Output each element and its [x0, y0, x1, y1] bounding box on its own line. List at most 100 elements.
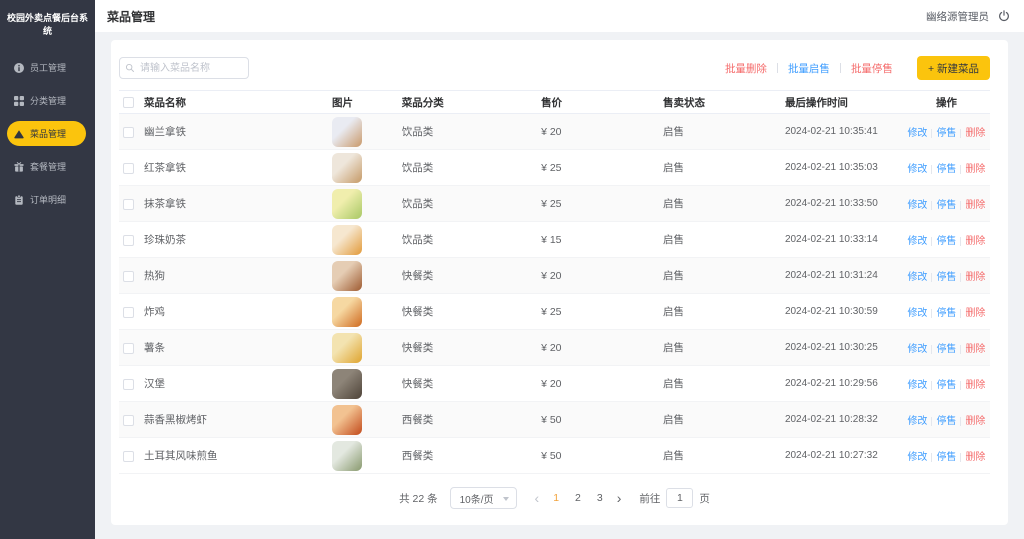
batch-enable-button[interactable]: 批量启售	[778, 61, 840, 76]
stop-sale-link[interactable]: 停售	[936, 128, 956, 139]
sidebar-item-category[interactable]: 分类管理	[7, 88, 86, 113]
content-area: 批量删除 批量启售 批量停售 + 新建菜品	[95, 32, 1024, 539]
row-checkbox[interactable]	[123, 199, 134, 210]
stop-sale-link[interactable]: 停售	[936, 200, 956, 211]
stop-sale-link[interactable]: 停售	[936, 164, 956, 175]
dish-thumbnail[interactable]	[332, 117, 362, 147]
sidebar-item-label: 菜品管理	[30, 127, 66, 140]
dish-thumbnail[interactable]	[332, 405, 362, 435]
divider	[931, 237, 932, 246]
dish-price: ¥ 20	[537, 366, 659, 402]
dish-status: 启售	[659, 150, 781, 186]
delete-link[interactable]: 删除	[965, 128, 985, 139]
dish-name: 幽兰拿铁	[144, 126, 186, 138]
dish-thumbnail[interactable]	[332, 261, 362, 291]
dish-thumbnail[interactable]	[332, 297, 362, 327]
row-checkbox[interactable]	[123, 343, 134, 354]
stop-sale-link[interactable]: 停售	[936, 344, 956, 355]
edit-link[interactable]: 修改	[907, 308, 927, 319]
dish-thumbnail[interactable]	[332, 225, 362, 255]
username[interactable]: 幽络源管理员	[926, 9, 989, 24]
delete-link[interactable]: 删除	[965, 272, 985, 283]
dish-price: ¥ 15	[537, 222, 659, 258]
table-row: 热狗 快餐类 ¥ 20 启售 2024-02-21 10:31:24 修改停售删…	[119, 258, 990, 294]
edit-link[interactable]: 修改	[907, 344, 927, 355]
divider	[960, 201, 961, 210]
edit-link[interactable]: 修改	[907, 200, 927, 211]
delete-link[interactable]: 删除	[965, 164, 985, 175]
delete-link[interactable]: 删除	[965, 344, 985, 355]
sidebar-item-staff[interactable]: 员工管理	[7, 55, 86, 80]
dish-price: ¥ 25	[537, 186, 659, 222]
delete-link[interactable]: 删除	[965, 200, 985, 211]
prev-page-button[interactable]: ‹	[529, 491, 546, 505]
stop-sale-link[interactable]: 停售	[936, 308, 956, 319]
edit-link[interactable]: 修改	[907, 236, 927, 247]
batch-delete-button[interactable]: 批量删除	[715, 61, 777, 76]
row-checkbox[interactable]	[123, 163, 134, 174]
select-all-checkbox[interactable]	[123, 97, 134, 108]
edit-link[interactable]: 修改	[907, 380, 927, 391]
header-user-area: 幽络源管理员	[926, 9, 1010, 24]
row-checkbox[interactable]	[123, 127, 134, 138]
divider	[931, 381, 932, 390]
stop-sale-link[interactable]: 停售	[936, 452, 956, 463]
delete-link[interactable]: 删除	[965, 380, 985, 391]
new-dish-button[interactable]: + 新建菜品	[917, 56, 990, 80]
next-page-button[interactable]: ›	[611, 491, 628, 505]
edit-link[interactable]: 修改	[907, 164, 927, 175]
main-area: 菜品管理 幽络源管理员 批	[95, 0, 1024, 539]
column-header-image: 图片	[328, 91, 398, 114]
power-icon[interactable]	[998, 10, 1010, 22]
dish-category: 西餐类	[398, 402, 537, 438]
row-checkbox[interactable]	[123, 379, 134, 390]
total-count: 共 22 条	[399, 491, 438, 506]
table-body: 幽兰拿铁 饮品类 ¥ 20 启售 2024-02-21 10:35:41 修改停…	[119, 114, 990, 474]
delete-link[interactable]: 删除	[965, 236, 985, 247]
edit-link[interactable]: 修改	[907, 452, 927, 463]
sidebar-item-orders[interactable]: 订单明细	[7, 187, 86, 212]
page-number[interactable]: 3	[589, 492, 611, 504]
stop-sale-link[interactable]: 停售	[936, 236, 956, 247]
dish-thumbnail[interactable]	[332, 189, 362, 219]
row-checkbox[interactable]	[123, 451, 134, 462]
delete-link[interactable]: 删除	[965, 308, 985, 319]
goto-page-input[interactable]	[666, 488, 693, 508]
stop-sale-link[interactable]: 停售	[936, 272, 956, 283]
row-checkbox[interactable]	[123, 307, 134, 318]
batch-disable-button[interactable]: 批量停售	[841, 61, 903, 76]
edit-link[interactable]: 修改	[907, 272, 927, 283]
sidebar-item-label: 分类管理	[30, 94, 66, 107]
edit-link[interactable]: 修改	[907, 128, 927, 139]
delete-link[interactable]: 删除	[965, 452, 985, 463]
row-checkbox[interactable]	[123, 271, 134, 282]
row-checkbox[interactable]	[123, 415, 134, 426]
stop-sale-link[interactable]: 停售	[936, 416, 956, 427]
goto-label: 前往	[639, 491, 660, 506]
dish-name: 炸鸡	[144, 306, 165, 318]
stop-sale-link[interactable]: 停售	[936, 380, 956, 391]
dish-status: 启售	[659, 258, 781, 294]
dish-thumbnail[interactable]	[332, 441, 362, 471]
search-input[interactable]	[119, 57, 249, 79]
divider	[960, 129, 961, 138]
delete-link[interactable]: 删除	[965, 416, 985, 427]
divider	[960, 417, 961, 426]
page-size-value: 10条/页	[460, 491, 494, 506]
dish-thumbnail[interactable]	[332, 333, 362, 363]
dish-thumbnail[interactable]	[332, 369, 362, 399]
sidebar: 校园外卖点餐后台系统 员工管理 分类管理 菜品管理	[0, 0, 95, 539]
dish-thumbnail[interactable]	[332, 153, 362, 183]
dish-category: 快餐类	[398, 258, 537, 294]
dish-last-op-time: 2024-02-21 10:35:03	[781, 150, 903, 186]
page-size-select[interactable]: 10条/页	[450, 487, 517, 509]
staff-info-icon	[14, 63, 24, 73]
column-header-name: 菜品名称	[144, 97, 186, 109]
dish-last-op-time: 2024-02-21 10:30:59	[781, 294, 903, 330]
page-number[interactable]: 1	[545, 492, 567, 504]
sidebar-item-combo[interactable]: 套餐管理	[7, 154, 86, 179]
sidebar-item-dish[interactable]: 菜品管理	[7, 121, 86, 146]
page-number[interactable]: 2	[567, 492, 589, 504]
edit-link[interactable]: 修改	[907, 416, 927, 427]
row-checkbox[interactable]	[123, 235, 134, 246]
